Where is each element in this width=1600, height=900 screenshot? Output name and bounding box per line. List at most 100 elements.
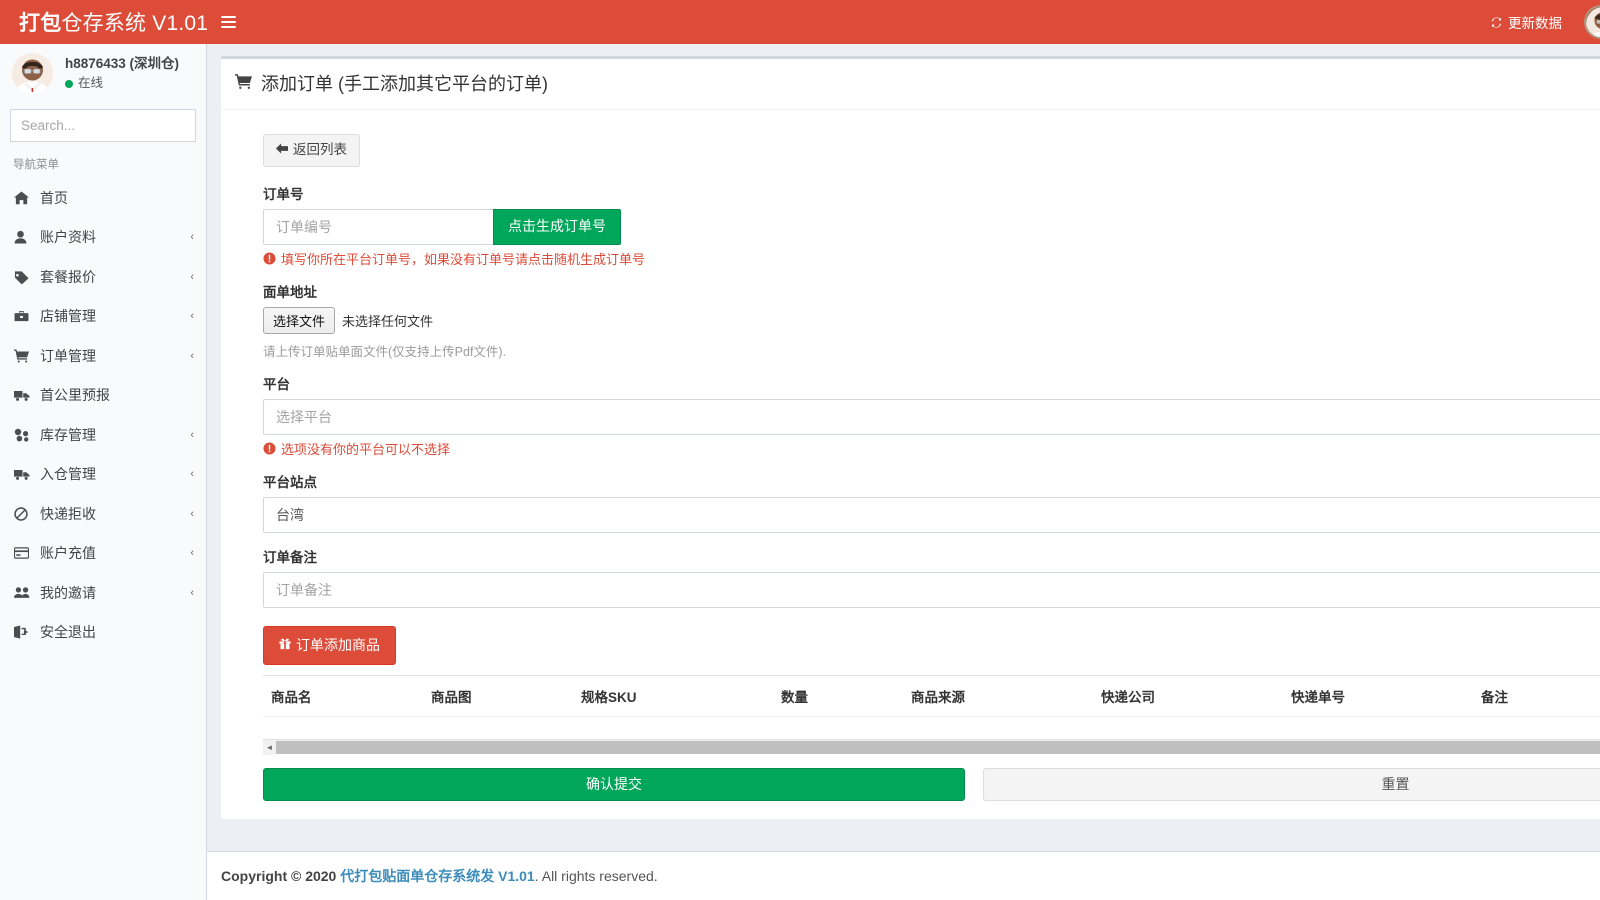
generate-order-no-button[interactable]: 点击生成订单号	[493, 208, 621, 245]
ban-icon	[14, 507, 36, 521]
sidebar-item-logout[interactable]: 安全退出	[0, 613, 206, 653]
column-header-tracking-no: 快递单号	[1283, 676, 1473, 718]
search-input[interactable]	[11, 110, 206, 141]
platform-help: 选项没有你的平台可以不选择	[263, 439, 1600, 458]
sidebar-item-home[interactable]: 首页	[0, 178, 206, 218]
platform-site-select[interactable]	[263, 496, 1600, 533]
order-no-input[interactable]	[263, 208, 493, 245]
reset-button[interactable]: 重置	[983, 768, 1600, 802]
sidebar-item-label: 订单管理	[40, 347, 96, 364]
scroll-left-arrow-icon[interactable]: ◄	[263, 739, 276, 755]
order-remark-group: 订单备注	[251, 546, 1600, 608]
goods-table-wrapper: 商品名 商品图 规格SKU 数量 商品来源 快递公司 快递单号 备注	[263, 675, 1600, 739]
briefcase-icon	[14, 310, 36, 323]
sidebar: h8876433 (深圳仓) 在线 导航菜单 首页	[0, 44, 207, 900]
order-remark-label: 订单备注	[263, 549, 317, 565]
column-header-quantity: 数量	[773, 676, 903, 718]
sidebar-item-inventory-manage[interactable]: 库存管理 ‹	[0, 415, 206, 455]
truck-icon	[14, 468, 36, 481]
truck-icon	[14, 389, 36, 402]
chevron-left-icon: ‹	[190, 507, 194, 520]
user-avatar-icon	[1586, 7, 1600, 37]
sidebar-item-label: 库存管理	[40, 426, 96, 443]
gift-icon	[279, 636, 291, 656]
sidebar-item-my-invitation[interactable]: 我的邀请 ‹	[0, 573, 206, 613]
content-area: 添加订单 (手工添加其它平台的订单) 返回列表 订单号 点击生成订单号	[207, 44, 1600, 900]
boxes-icon	[14, 428, 36, 442]
sidebar-item-label: 套餐报价	[40, 268, 96, 285]
order-no-input-group: 点击生成订单号	[263, 208, 1600, 245]
sidebar-item-package-price[interactable]: 套餐报价 ‹	[0, 257, 206, 297]
sidebar-item-store-manage[interactable]: 店铺管理 ‹	[0, 297, 206, 337]
header-avatar[interactable]	[1584, 5, 1600, 39]
panel-body: 返回列表 订单号 点击生成订单号 填写你所在平台订单号，如果没有订单号请点击随机…	[221, 110, 1600, 819]
order-remark-input[interactable]	[263, 571, 1600, 608]
sidebar-item-first-mile-forecast[interactable]: 首公里预报	[0, 376, 206, 416]
add-goods-button[interactable]: 订单添加商品	[263, 625, 396, 666]
chevron-left-icon: ‹	[190, 468, 194, 481]
footer-link[interactable]: 代打包贴面单仓存系统发 V1.01	[340, 866, 534, 886]
column-header-sku: 规格SKU	[573, 676, 773, 718]
platform-site-label: 平台站点	[263, 474, 317, 490]
cart-icon	[14, 349, 36, 363]
page-footer: Copyright © 2020 代打包贴面单仓存系统发 V1.01. All …	[207, 851, 1600, 900]
file-input-row[interactable]: 选择文件 未选择任何文件	[263, 306, 1600, 334]
sidebar-item-inbound-manage[interactable]: 入仓管理 ‹	[0, 455, 206, 495]
platform-label: 平台	[263, 376, 290, 392]
sidebar-user-name: h8876433 (深圳仓)	[65, 55, 180, 71]
label-file-label: 面单地址	[263, 284, 317, 300]
hamburger-icon[interactable]	[207, 0, 249, 44]
back-to-list-button[interactable]: 返回列表	[263, 134, 360, 167]
submit-button[interactable]: 确认提交	[263, 768, 965, 802]
add-order-panel: 添加订单 (手工添加其它平台的订单) 返回列表 订单号 点击生成订单号	[221, 56, 1600, 820]
page-title: 添加订单 (手工添加其它平台的订单)	[261, 74, 548, 94]
logout-icon	[14, 625, 36, 639]
column-header-product-name: 商品名	[263, 676, 423, 718]
sidebar-item-label: 首页	[40, 189, 68, 206]
order-no-help: 填写你所在平台订单号，如果没有订单号请点击随机生成订单号	[263, 249, 1600, 268]
platform-select[interactable]	[263, 398, 1600, 435]
goods-table-head: 商品名 商品图 规格SKU 数量 商品来源 快递公司 快递单号 备注	[263, 676, 1600, 718]
tag-icon	[14, 270, 36, 284]
chevron-left-icon: ‹	[190, 310, 194, 323]
avatar	[12, 53, 53, 94]
table-row-empty	[263, 717, 1600, 739]
scrollbar-thumb[interactable]	[276, 740, 1600, 754]
sidebar-item-label: 账户资料	[40, 229, 96, 246]
sidebar-search[interactable]	[10, 109, 206, 142]
brand-logo[interactable]: 打包 仓存系统 V1.01	[0, 0, 208, 44]
sidebar-item-order-manage[interactable]: 订单管理 ‹	[0, 336, 206, 376]
choose-file-button[interactable]: 选择文件	[263, 306, 336, 334]
top-header: 打包 仓存系统 V1.01 更新数据	[0, 0, 1600, 44]
horizontal-scrollbar[interactable]: ◄ ►	[263, 739, 1600, 755]
chevron-left-icon: ‹	[190, 428, 194, 441]
brand-bold-text: 打包	[19, 12, 62, 35]
file-status-text: 未选择任何文件	[342, 313, 434, 329]
sidebar-item-account-info[interactable]: 账户资料 ‹	[0, 218, 206, 258]
back-button-row: 返回列表	[251, 124, 1600, 183]
copyright-prefix: Copyright © 2020	[221, 868, 337, 884]
panel-header: 添加订单 (手工添加其它平台的订单)	[221, 59, 1600, 110]
exclamation-circle-icon	[263, 442, 276, 455]
sidebar-item-express-reject[interactable]: 快递拒收 ‹	[0, 494, 206, 534]
sidebar-item-label: 入仓管理	[40, 466, 96, 483]
label-file-help: 请上传订单贴单面文件(仅支持上传Pdf文件).	[263, 344, 507, 359]
user-avatar-icon	[12, 53, 53, 94]
platform-group: 平台 选项没有你的平台可以不选择	[251, 373, 1600, 458]
sidebar-item-label: 店铺管理	[40, 308, 96, 325]
column-header-product-image: 商品图	[423, 676, 573, 718]
platform-site-group: 平台站点	[251, 471, 1600, 533]
cart-icon	[235, 73, 252, 94]
sidebar-user-status: 在线	[65, 75, 179, 92]
chevron-left-icon: ‹	[190, 231, 194, 244]
sidebar-item-label: 账户充值	[40, 545, 96, 562]
goods-table: 商品名 商品图 规格SKU 数量 商品来源 快递公司 快递单号 备注	[263, 676, 1600, 739]
sidebar-item-account-recharge[interactable]: 账户充值 ‹	[0, 534, 206, 574]
sidebar-menu: 首页 账户资料 ‹ 套餐报价 ‹ 店铺管理 ‹ 订单管理 ‹ 首公里预报 库存管…	[0, 178, 206, 652]
sidebar-item-label: 首公里预报	[40, 387, 110, 404]
column-header-express-company: 快递公司	[1093, 676, 1283, 718]
sidebar-item-label: 快递拒收	[40, 505, 96, 522]
sidebar-user-status-label: 在线	[78, 76, 104, 91]
sidebar-user-panel[interactable]: h8876433 (深圳仓) 在线	[0, 44, 206, 103]
refresh-data-button[interactable]: 更新数据	[1482, 12, 1570, 32]
